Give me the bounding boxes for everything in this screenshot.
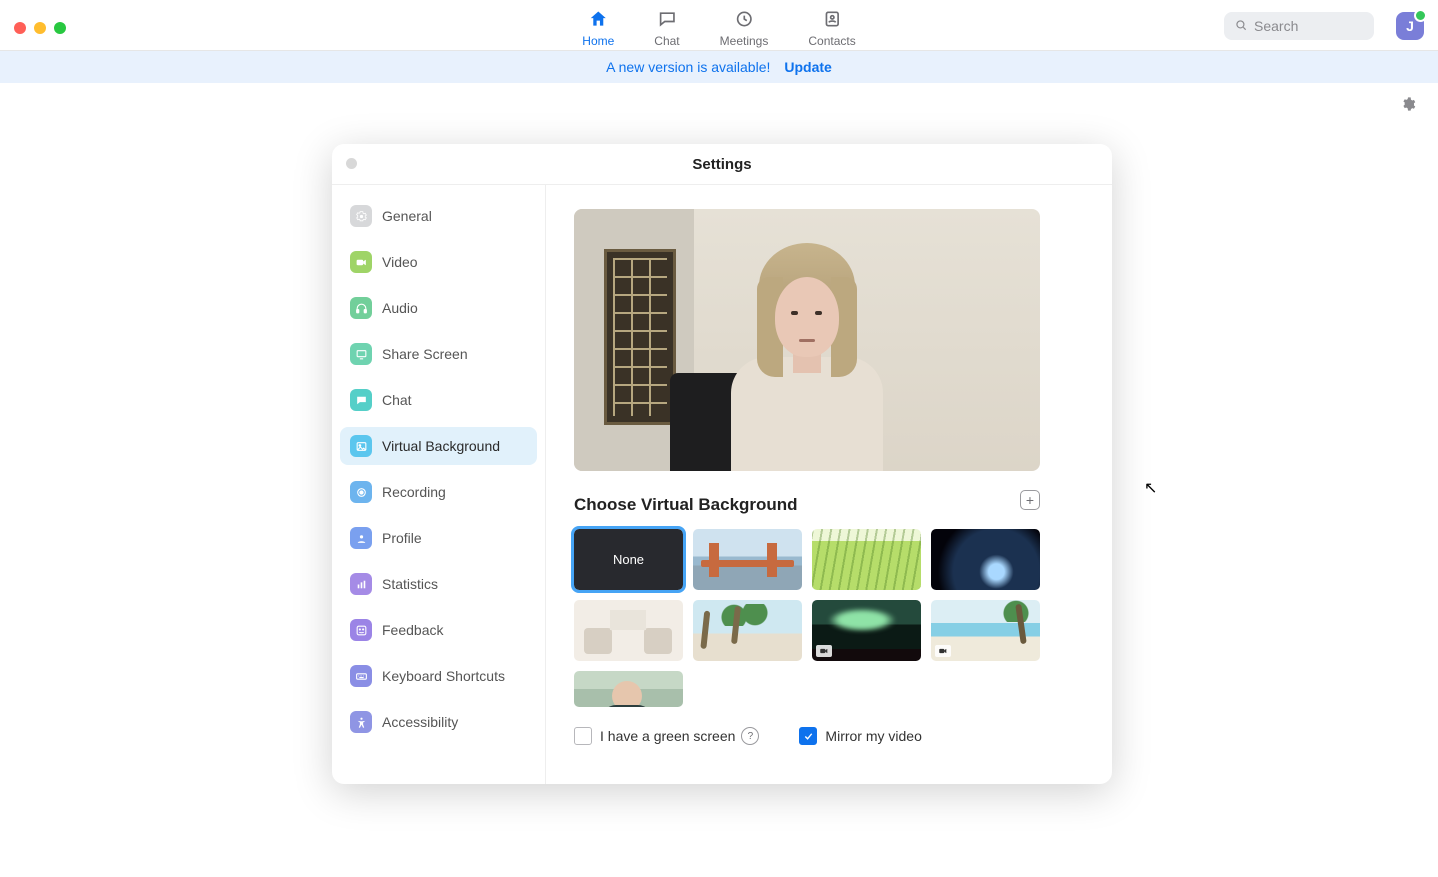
settings-header: Settings (332, 144, 1112, 185)
accessibility-icon (350, 711, 372, 733)
sidebar-item-accessibility[interactable]: Accessibility (340, 703, 537, 741)
search-placeholder: Search (1254, 18, 1298, 34)
plus-icon: + (1026, 493, 1034, 507)
home-icon (588, 9, 608, 32)
add-background-button[interactable]: + (1020, 490, 1040, 510)
main-tabs: Home Chat Meetings Contacts (582, 0, 855, 52)
mirror-video-label: Mirror my video (825, 728, 921, 744)
background-option-office[interactable] (574, 600, 683, 661)
contacts-icon (822, 9, 842, 32)
background-none-label: None (613, 552, 644, 567)
tab-chat[interactable]: Chat (654, 9, 679, 48)
vbg-options: I have a green screen ? Mirror my video (574, 727, 1084, 745)
person-icon (350, 527, 372, 549)
sidebar-item-label: Statistics (382, 576, 438, 592)
settings-title: Settings (692, 156, 751, 173)
sidebar-item-label: Accessibility (382, 714, 458, 730)
window-traffic-lights (14, 22, 66, 34)
sidebar-item-label: Chat (382, 392, 412, 408)
clock-icon (734, 9, 754, 32)
tab-meetings-label: Meetings (720, 34, 769, 48)
avatar[interactable]: J (1396, 12, 1424, 40)
sidebar-item-chat[interactable]: Chat (340, 381, 537, 419)
sidebar-item-share-screen[interactable]: Share Screen (340, 335, 537, 373)
sidebar-item-keyboard-shortcuts[interactable]: Keyboard Shortcuts (340, 657, 537, 695)
sidebar-item-label: Feedback (382, 622, 443, 638)
mirror-video-checkbox[interactable]: Mirror my video (799, 727, 921, 745)
smile-icon (350, 619, 372, 641)
update-banner: A new version is available! Update (0, 51, 1438, 83)
sidebar-item-label: General (382, 208, 432, 224)
fullscreen-dot[interactable] (54, 22, 66, 34)
background-option-none[interactable]: None (574, 529, 683, 590)
settings-sidebar: General Video Audio Share Screen Chat Vi… (332, 185, 546, 784)
background-option-beach[interactable] (931, 600, 1040, 661)
help-icon[interactable]: ? (741, 727, 759, 745)
sidebar-item-feedback[interactable]: Feedback (340, 611, 537, 649)
search-input[interactable]: Search (1224, 12, 1374, 40)
background-option-bridge[interactable] (693, 529, 802, 590)
chat-icon (657, 9, 677, 32)
settings-content: Choose Virtual Background + None (546, 185, 1112, 784)
tab-contacts-label: Contacts (808, 34, 855, 48)
close-dot[interactable] (14, 22, 26, 34)
sidebar-item-audio[interactable]: Audio (340, 289, 537, 327)
checkbox-checked-icon (799, 727, 817, 745)
search-icon (1234, 18, 1248, 35)
sidebar-item-general[interactable]: General (340, 197, 537, 235)
avatar-initial: J (1406, 18, 1414, 34)
settings-body: General Video Audio Share Screen Chat Vi… (332, 185, 1112, 784)
record-icon (350, 481, 372, 503)
screen-icon (350, 343, 372, 365)
tab-meetings[interactable]: Meetings (720, 9, 769, 48)
gear-icon (1400, 99, 1416, 116)
settings-close-dot[interactable] (346, 158, 357, 169)
tab-home[interactable]: Home (582, 9, 614, 48)
keyboard-icon (350, 665, 372, 687)
sidebar-item-video[interactable]: Video (340, 243, 537, 281)
background-thumbnails: None (574, 529, 1050, 707)
tab-contacts[interactable]: Contacts (808, 9, 855, 48)
background-option-palm[interactable] (693, 600, 802, 661)
tab-home-label: Home (582, 34, 614, 48)
sidebar-item-label: Virtual Background (382, 438, 500, 454)
green-screen-checkbox[interactable]: I have a green screen ? (574, 727, 759, 745)
background-option-space[interactable] (931, 529, 1040, 590)
sidebar-item-label: Video (382, 254, 418, 270)
background-option-user[interactable] (574, 671, 683, 707)
image-icon (350, 435, 372, 457)
green-screen-label: I have a green screen (600, 728, 735, 744)
sidebar-item-label: Recording (382, 484, 446, 500)
video-badge-icon (816, 645, 832, 657)
chat-icon (350, 389, 372, 411)
update-banner-message: A new version is available! (606, 59, 770, 75)
gear-icon (350, 205, 372, 227)
video-preview (574, 209, 1040, 471)
sidebar-item-statistics[interactable]: Statistics (340, 565, 537, 603)
choose-virtual-background-title: Choose Virtual Background (574, 495, 798, 515)
update-link[interactable]: Update (784, 59, 831, 75)
background-option-aurora[interactable] (812, 600, 921, 661)
tab-chat-label: Chat (654, 34, 679, 48)
titlebar: Home Chat Meetings Contacts Search J (0, 0, 1438, 51)
sidebar-item-label: Share Screen (382, 346, 468, 362)
sidebar-item-virtual-background[interactable]: Virtual Background (340, 427, 537, 465)
sidebar-item-label: Keyboard Shortcuts (382, 668, 505, 684)
sidebar-item-label: Audio (382, 300, 418, 316)
cursor-icon: ↖︎ (1144, 478, 1157, 498)
settings-window: Settings General Video Audio Share Scree… (332, 144, 1112, 784)
background-option-grass[interactable] (812, 529, 921, 590)
sidebar-item-recording[interactable]: Recording (340, 473, 537, 511)
page-settings-gear[interactable] (1400, 96, 1416, 117)
sidebar-item-profile[interactable]: Profile (340, 519, 537, 557)
video-badge-icon (935, 645, 951, 657)
video-icon (350, 251, 372, 273)
minimize-dot[interactable] (34, 22, 46, 34)
headphones-icon (350, 297, 372, 319)
sidebar-item-label: Profile (382, 530, 422, 546)
checkbox-icon (574, 727, 592, 745)
stats-icon (350, 573, 372, 595)
